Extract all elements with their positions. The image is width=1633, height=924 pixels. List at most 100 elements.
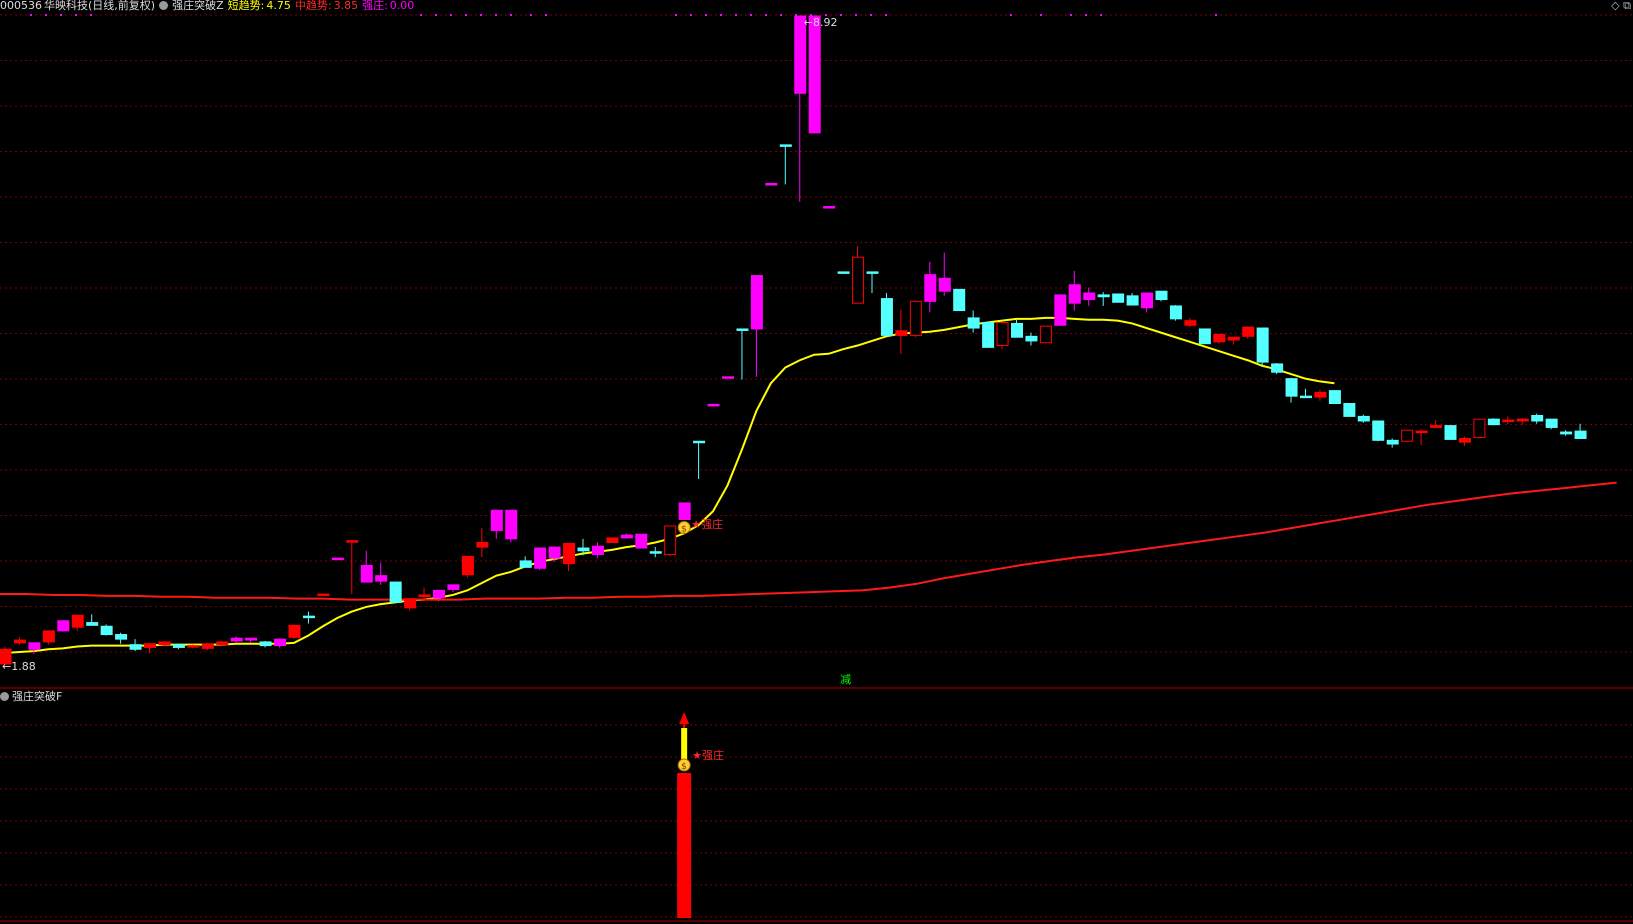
top-marker-dot	[675, 14, 677, 16]
candle-body	[1083, 292, 1096, 301]
top-marker-dot	[30, 14, 32, 16]
candle-body	[461, 555, 474, 576]
sub-indicator-name[interactable]: 强庄突破F	[12, 690, 62, 703]
candle-body	[649, 551, 662, 554]
candlestick-chart: $$	[0, 14, 1633, 922]
candle-body	[1184, 320, 1197, 326]
candle-body	[144, 643, 156, 648]
candle-body	[577, 547, 590, 552]
top-marker-dot	[690, 14, 692, 16]
candle-body	[28, 642, 41, 650]
top-marker-dot	[855, 14, 857, 16]
high-price-label: ←8.92	[803, 16, 838, 29]
top-marker-dot	[530, 14, 532, 16]
top-marker-dot	[495, 14, 497, 16]
candle-body	[1112, 293, 1125, 303]
sub-chart-header: 强庄突破F	[0, 691, 62, 703]
top-marker-dot	[60, 14, 62, 16]
candle-body	[880, 298, 893, 336]
top-marker-dot	[705, 14, 707, 16]
candle-body	[187, 645, 200, 648]
indicator-name[interactable]: 强庄突破Z	[172, 0, 224, 12]
candle-body	[360, 565, 373, 583]
top-marker-dot	[90, 14, 92, 16]
candle-body	[418, 594, 431, 597]
colon: :	[384, 0, 388, 12]
low-price-label: ←1.88	[2, 660, 36, 673]
stock-name: 华映科技	[44, 0, 88, 12]
top-marker-dot	[1100, 14, 1102, 16]
candle-body	[476, 542, 489, 548]
candle-body	[389, 581, 402, 603]
candle-body	[606, 537, 619, 543]
candle-body	[808, 15, 821, 134]
candle-body	[158, 641, 171, 646]
indicator-settings-icon[interactable]	[159, 1, 169, 10]
short-trend-value: 4.75	[266, 0, 291, 12]
reduce-label: 减	[840, 673, 852, 686]
candle-body	[86, 622, 99, 626]
candle-body	[42, 630, 55, 643]
candle-body	[1560, 431, 1573, 435]
top-marker-dot	[735, 14, 737, 16]
top-marker-dot	[780, 14, 782, 16]
candle-body	[750, 275, 763, 330]
candle-body	[736, 328, 749, 331]
top-marker-dot	[840, 14, 842, 16]
money-bag-icon-glyph: $	[681, 524, 687, 534]
candle-body	[1198, 328, 1211, 345]
top-marker-dot	[75, 14, 77, 16]
candle-body	[1343, 403, 1356, 417]
ma-long-line	[0, 481, 1617, 601]
candle-body	[1473, 418, 1486, 439]
candle-body	[1574, 430, 1587, 439]
top-marker-dot	[420, 14, 422, 16]
candle-body	[866, 271, 879, 274]
candle-body	[1444, 425, 1457, 440]
sub-indicator-settings-icon[interactable]	[0, 692, 9, 701]
candle-body	[852, 256, 865, 304]
colon: :	[260, 0, 265, 12]
left-arrow-icon: ←	[803, 16, 813, 29]
candle-body	[982, 322, 995, 348]
candle-body	[1545, 418, 1558, 428]
top-marker-dot	[870, 14, 872, 16]
candle-body	[216, 641, 229, 646]
candle-body	[1169, 305, 1182, 320]
candle-body	[172, 644, 185, 648]
top-marker-dot	[510, 14, 512, 16]
candle-body	[635, 533, 648, 549]
candle-body	[245, 637, 258, 641]
candle-body	[1430, 425, 1443, 428]
candle-body	[996, 322, 1009, 347]
restore-icon[interactable]: ⧉	[1623, 0, 1631, 12]
top-marker-dot	[465, 14, 467, 16]
short-trend-label: 短趋势	[227, 0, 261, 12]
candle-body	[664, 525, 677, 555]
top-marker-dot	[450, 14, 452, 16]
candle-body	[779, 144, 792, 147]
candle-body	[1502, 419, 1515, 423]
ma-short-line	[4, 316, 1335, 654]
window-controls[interactable]: ◇ ⧉	[1611, 0, 1631, 12]
candle-body	[302, 615, 315, 619]
period-label: (日线,前复权)	[88, 0, 156, 12]
candle-body	[1068, 284, 1081, 304]
candle-body	[967, 317, 980, 329]
top-marker-dot	[1040, 14, 1042, 16]
candle-body	[1227, 336, 1240, 341]
chart-header: 000536 华映科技(日线,前复权) 强庄突破Z 短趋势: 4.75 中趋势: 3.85 强…	[0, 0, 418, 13]
candle-body	[230, 637, 243, 642]
strong-label: 强庄	[362, 0, 385, 12]
candle-body	[620, 534, 633, 539]
top-marker-dot	[885, 14, 887, 16]
candle-body	[404, 598, 417, 609]
candle-body	[722, 376, 734, 379]
top-marker-dot	[765, 14, 767, 16]
diamond-icon[interactable]: ◇	[1611, 0, 1619, 12]
candle-body	[823, 206, 836, 209]
candle-body	[1531, 414, 1544, 422]
stock-code: 000536	[0, 0, 42, 12]
left-arrow-icon: ←	[2, 660, 12, 673]
candle-body	[693, 440, 706, 444]
